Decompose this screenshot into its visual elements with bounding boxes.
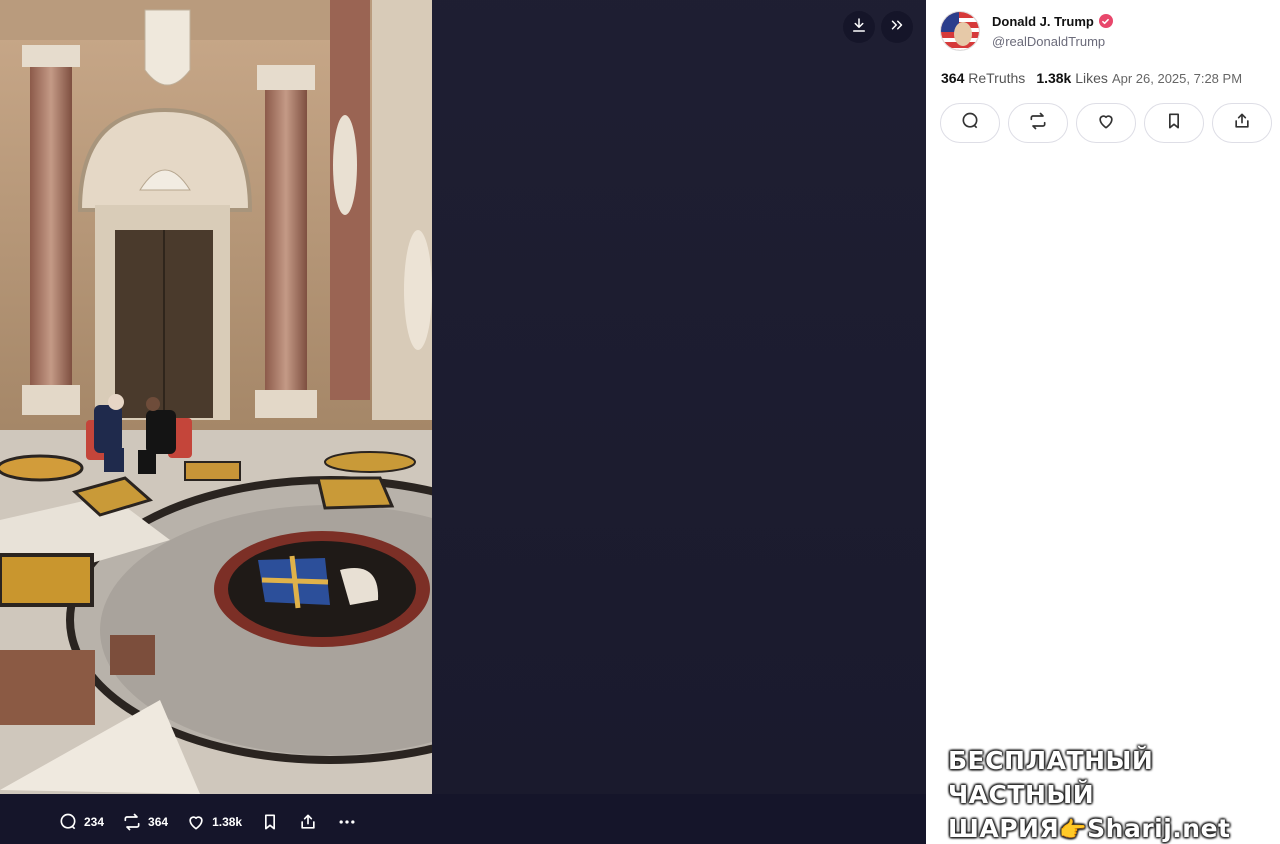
media-retruth-button[interactable]: 364: [122, 812, 168, 832]
media-viewer: 234 364 1.38k: [0, 0, 926, 844]
verified-icon: [1098, 14, 1113, 28]
post-timestamp: Apr 26, 2025, 7:28 PM: [1111, 71, 1243, 86]
post-photo[interactable]: [0, 0, 432, 794]
retruths-label[interactable]: ReTruths: [968, 70, 1025, 86]
media-more-button[interactable]: [336, 812, 358, 832]
retruth-button[interactable]: [1008, 103, 1068, 143]
watermark: БЕСПЛАТНЫЙ ЧАСТНЫЙ ШАРИЯ👉Sharij.net: [948, 744, 1280, 844]
share-icon: [1232, 111, 1252, 136]
media-likes-count: 1.38k: [212, 815, 243, 829]
expand-icon: [888, 16, 906, 39]
like-button[interactable]: [1076, 103, 1136, 143]
media-like-button[interactable]: 1.38k: [186, 812, 242, 832]
reply-button[interactable]: [940, 103, 1000, 143]
media-comments-count: 234: [84, 815, 105, 829]
post-stats: 364 ReTruths 1.38k Likes Apr 26, 2025, 7…: [941, 70, 1242, 86]
media-bookmark-button[interactable]: [260, 812, 280, 832]
watermark-line2-suffix: Sharij.net: [1087, 814, 1231, 843]
author-name[interactable]: Donald J. Trump: [992, 14, 1094, 29]
watermark-line1: БЕСПЛАТНЫЙ ЧАСТНЫЙ: [948, 746, 1154, 809]
comment-icon: [960, 111, 980, 136]
likes-count: 1.38k: [1036, 70, 1072, 86]
post-detail-panel: Donald J. Trump @realDonaldTrump 364 ReT…: [926, 0, 1280, 844]
pointing-hand-icon: 👉: [1059, 818, 1088, 843]
watermark-line2: ШАРИЯ👉Sharij.net: [948, 812, 1280, 844]
expand-panel-button[interactable]: [881, 11, 913, 43]
retruth-icon: [1028, 111, 1048, 136]
heart-icon: [186, 812, 206, 832]
media-share-button[interactable]: [298, 812, 318, 832]
author-handle[interactable]: @realDonaldTrump: [992, 34, 1113, 49]
photo-image: [0, 0, 432, 794]
media-retruths-count: 364: [148, 815, 169, 829]
media-comment-button[interactable]: 234: [58, 812, 104, 832]
bookmark-icon: [1164, 111, 1184, 136]
post-author[interactable]: Donald J. Trump @realDonaldTrump: [940, 11, 1113, 51]
heart-icon: [1096, 111, 1116, 136]
watermark-line2-prefix: ШАРИЯ: [948, 814, 1060, 843]
bookmark-icon: [260, 812, 280, 832]
download-button[interactable]: [843, 11, 875, 43]
download-icon: [850, 16, 868, 39]
more-icon: [336, 812, 358, 832]
share-button[interactable]: [1212, 103, 1272, 143]
post-action-buttons: [940, 103, 1272, 143]
viewer-background: [432, 0, 926, 844]
media-actions: 234 364 1.38k: [58, 812, 358, 832]
viewer-top-controls: [843, 11, 913, 43]
retruths-count: 364: [941, 70, 965, 86]
retruth-icon: [122, 812, 142, 832]
likes-label[interactable]: Likes: [1075, 70, 1108, 86]
bookmark-button[interactable]: [1144, 103, 1204, 143]
share-icon: [298, 812, 318, 832]
comment-icon: [58, 812, 78, 832]
avatar[interactable]: [940, 11, 980, 51]
